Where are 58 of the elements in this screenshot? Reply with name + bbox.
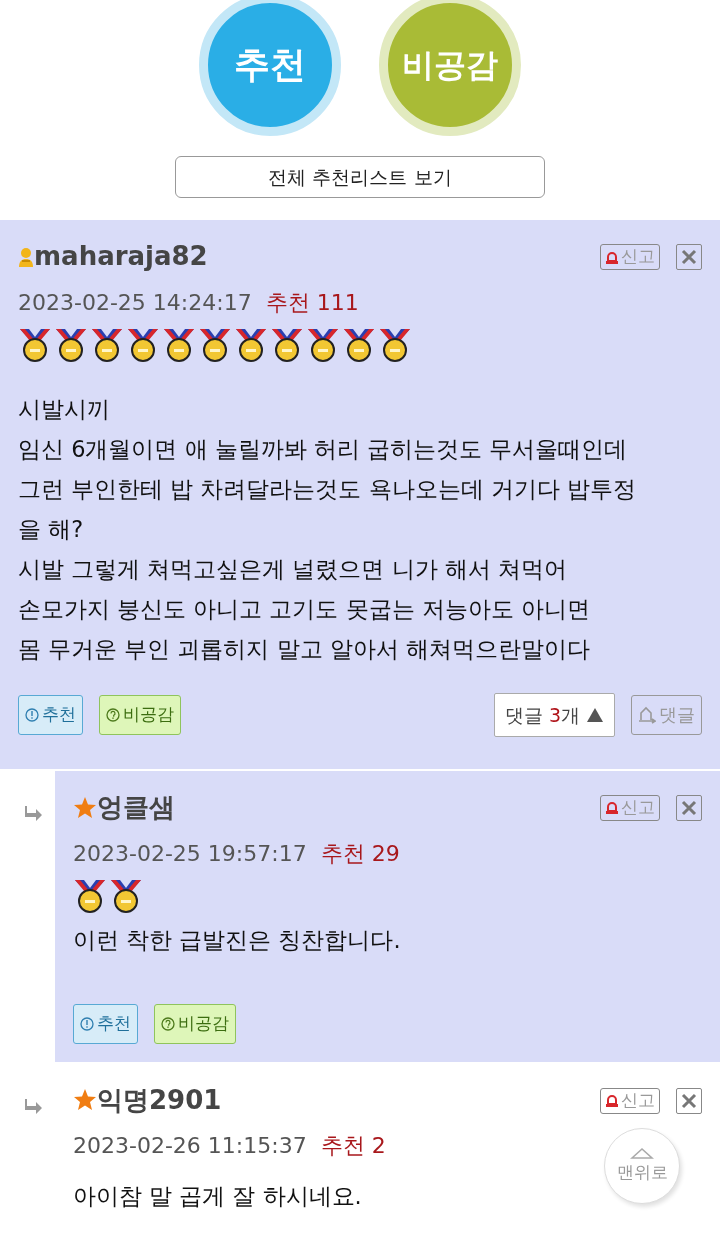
medal-icon xyxy=(18,326,52,363)
medal-icon xyxy=(306,326,340,363)
username: maharaja82 xyxy=(34,240,208,273)
reply-toggle-button[interactable]: 댓글 3개 xyxy=(493,692,615,737)
comment-text: 시발시끼 임신 6개월이면 애 눌릴까봐 허리 굽히는것도 무서울때인데 그런 부인한테 밥 차려달라는것도 욕나오는데 거기다 밥투정 을 해? 시발 그렇게 쳐먹고싶은게 널렸으면 니가 해서 쳐먹어 손모가지 붕신도 아니고 고기도 못굽는 저능아도 아니면 몸 무거운 부인 괴롭히지 말고 알아서 해쳐먹으란말이다 xyxy=(18,394,636,664)
comment-date: 2023-02-25 14:24:17 xyxy=(18,289,252,315)
medal-icon xyxy=(162,326,196,363)
medal-icon xyxy=(90,326,124,363)
reply-button[interactable]: 댓글 xyxy=(631,694,702,735)
alert-icon xyxy=(80,1015,94,1032)
comment-date: 2023-02-26 11:15:37 xyxy=(73,1133,307,1159)
medal-icon xyxy=(234,326,268,363)
comment-text: 아이참 말 곱게 잘 하시네요. xyxy=(73,1182,362,1212)
alert-icon xyxy=(25,706,39,723)
medal-icon xyxy=(342,326,376,363)
reply-arrow-icon xyxy=(24,804,44,823)
report-button[interactable]: 신고 xyxy=(600,244,660,270)
question-icon xyxy=(106,706,120,723)
close-button[interactable] xyxy=(676,1087,702,1114)
recommend-count: 추천 29 xyxy=(320,840,400,866)
star-icon xyxy=(73,1088,97,1113)
recommend-button[interactable]: 추천 xyxy=(199,0,341,136)
chevron-up-icon xyxy=(630,1146,654,1161)
medal-icon xyxy=(378,326,412,363)
recommend-count: 추천 2 xyxy=(320,1133,386,1159)
close-icon xyxy=(680,248,698,266)
close-button[interactable] xyxy=(676,244,702,270)
report-button[interactable]: 신고 xyxy=(600,1087,660,1114)
close-icon xyxy=(680,798,698,817)
medal-icon xyxy=(126,326,160,363)
reply-icon xyxy=(638,705,656,724)
close-button[interactable] xyxy=(676,794,702,821)
medal-icon xyxy=(73,877,107,914)
disagree-button[interactable]: 비공감 xyxy=(99,694,181,735)
person-icon xyxy=(18,246,34,267)
username: 익명2901 xyxy=(97,1083,222,1117)
medal-icon xyxy=(270,326,304,363)
medal-icon xyxy=(198,326,232,363)
comment-date: 2023-02-25 19:57:17 xyxy=(73,840,307,866)
disagree-button[interactable]: 비공감 xyxy=(379,0,521,136)
recommend-count: 추천 111 xyxy=(265,289,359,315)
collapse-icon xyxy=(586,706,604,723)
recommend-list-button[interactable]: 전체 추천리스트 보기 xyxy=(175,156,545,198)
reply-arrow-icon xyxy=(24,1097,44,1116)
recommend-button[interactable]: 추천 xyxy=(73,1003,138,1044)
disagree-button[interactable]: 비공감 xyxy=(154,1003,236,1044)
recommend-button[interactable]: 추천 xyxy=(18,694,83,735)
medal-icon xyxy=(109,877,143,914)
comment-text: 이런 착한 급발진은 칭찬합니다. xyxy=(73,925,401,955)
star-icon xyxy=(73,795,97,820)
username: 엉클샘 xyxy=(97,790,175,824)
siren-icon xyxy=(605,1093,619,1109)
siren-icon xyxy=(605,800,619,816)
report-button[interactable]: 신고 xyxy=(600,794,660,821)
medal-icon xyxy=(54,326,88,363)
question-icon xyxy=(161,1015,175,1032)
siren-icon xyxy=(605,249,619,265)
close-icon xyxy=(680,1091,698,1110)
